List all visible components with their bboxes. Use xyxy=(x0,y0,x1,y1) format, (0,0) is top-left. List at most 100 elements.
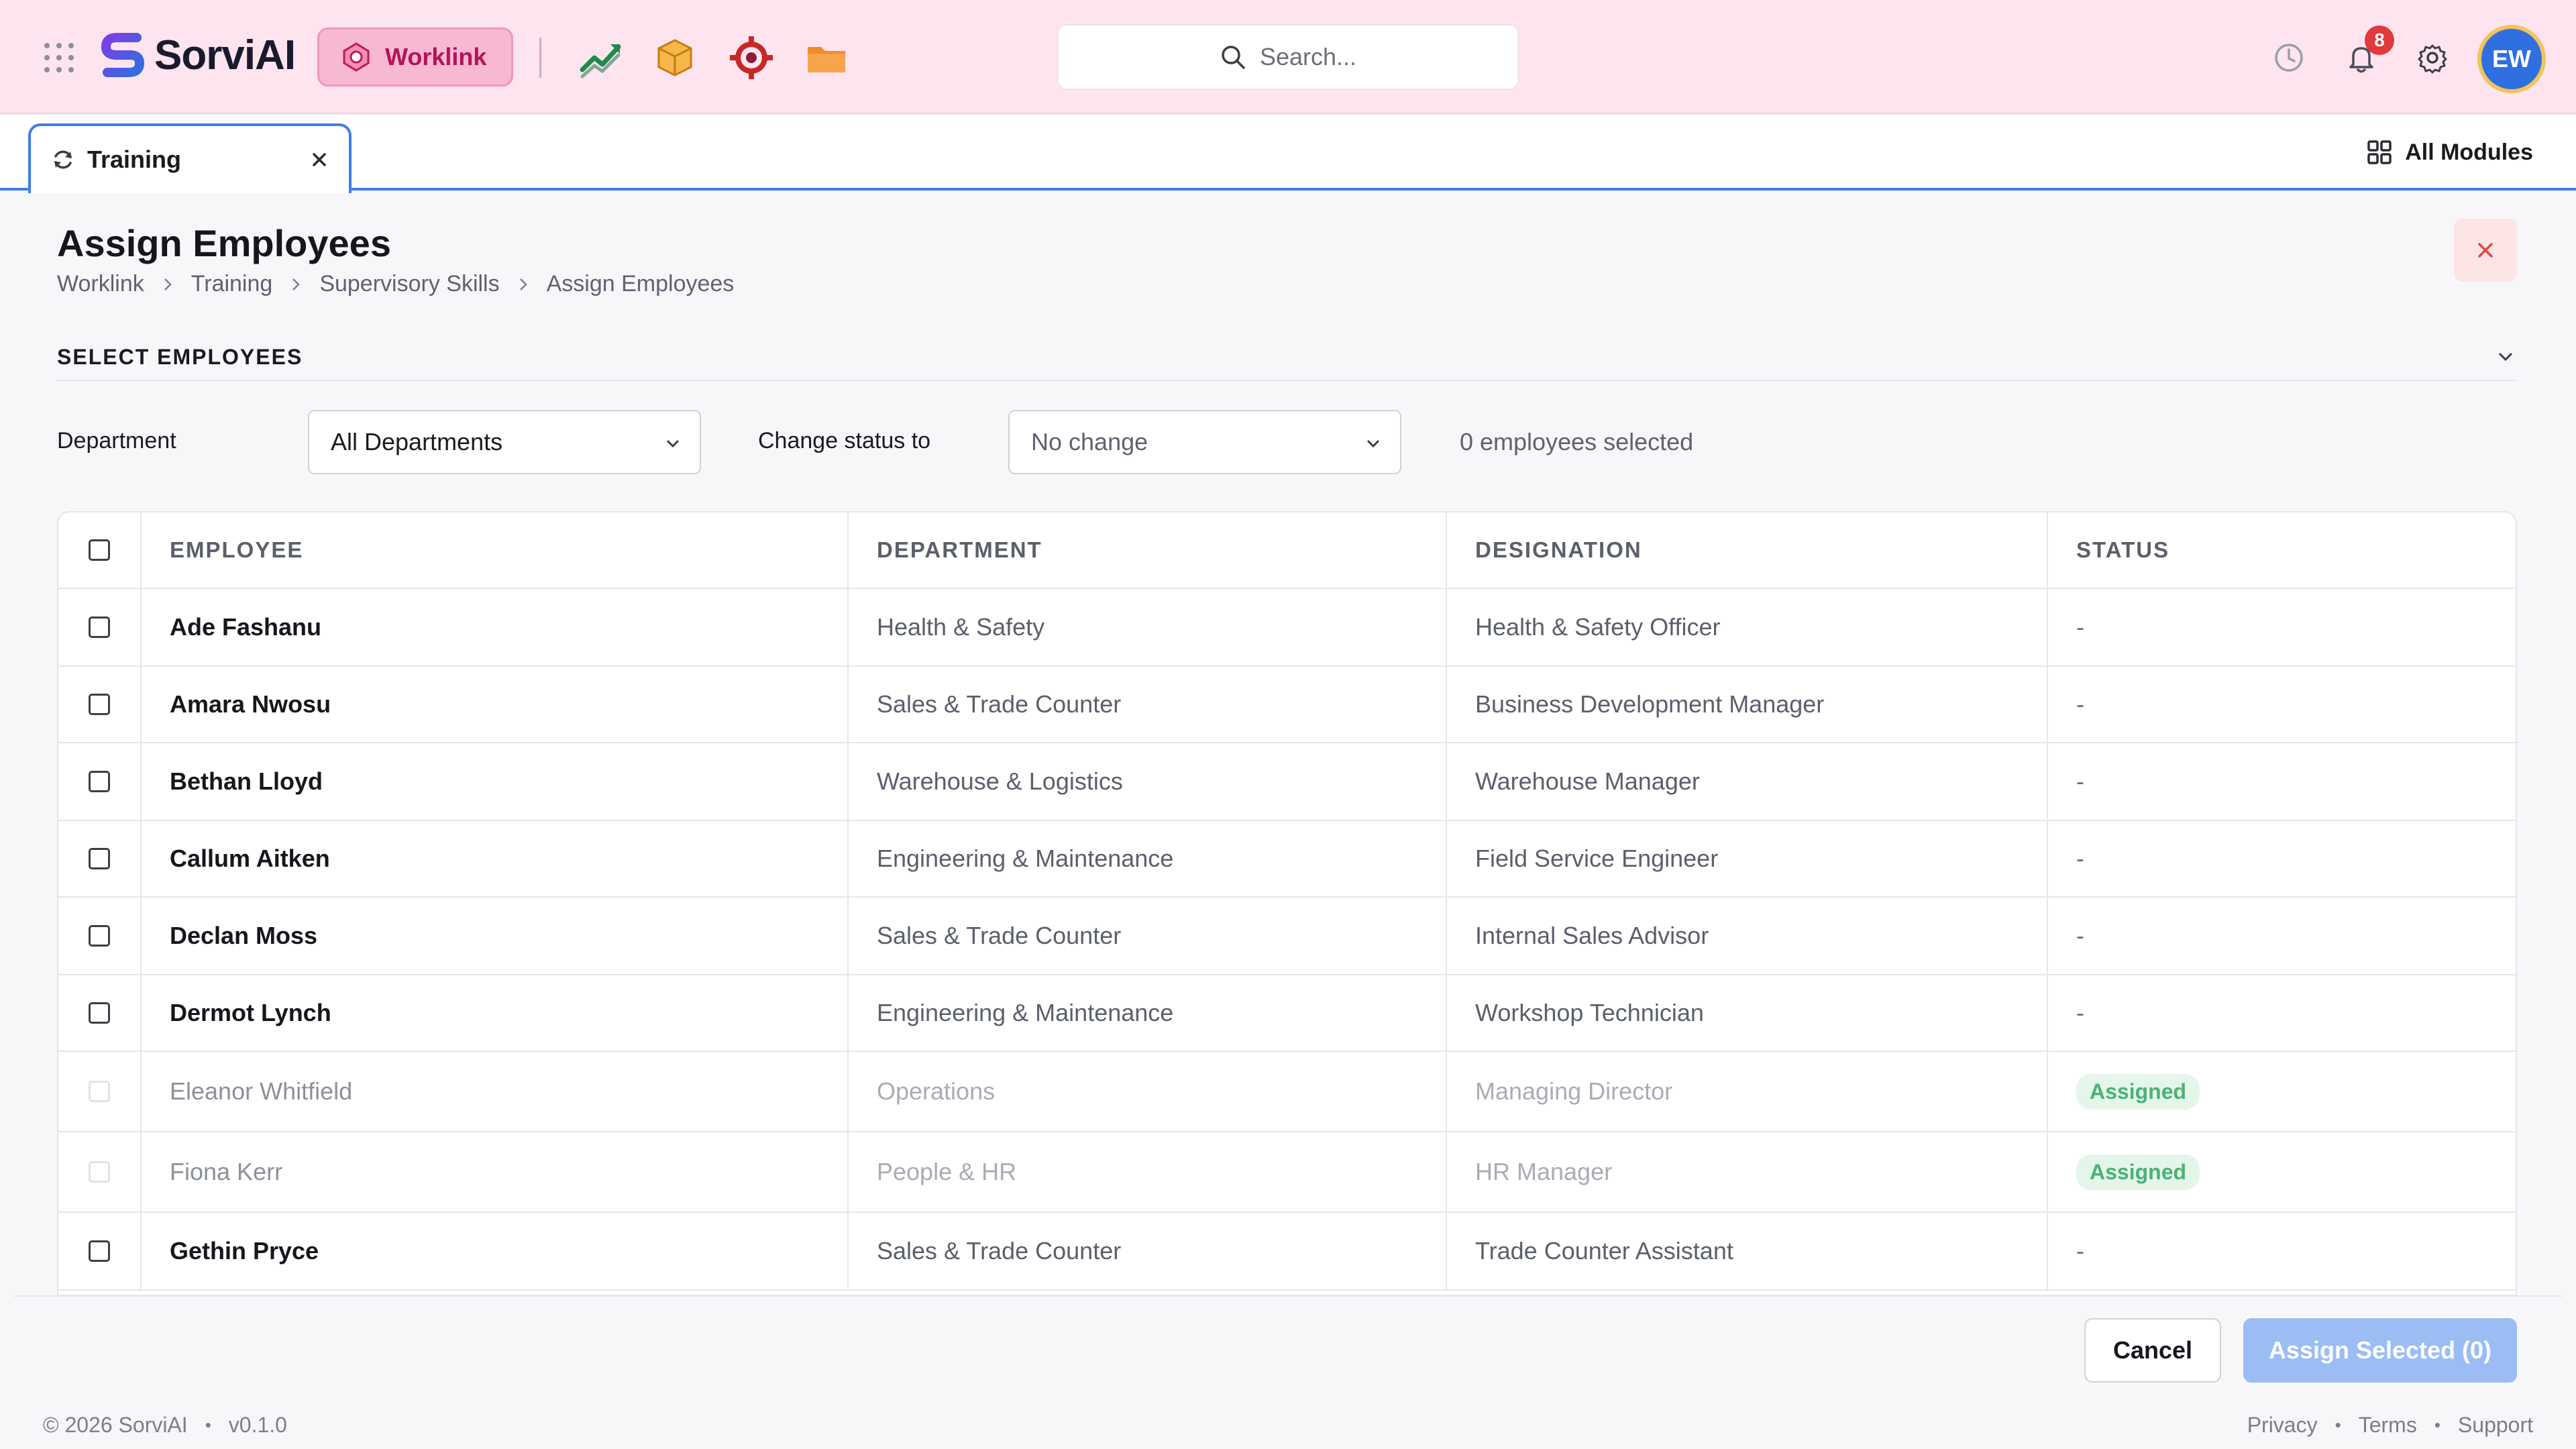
employee-name: Callum Aitken xyxy=(142,821,849,896)
settings-icon[interactable] xyxy=(2415,40,2450,75)
employee-status: - xyxy=(2076,1237,2084,1265)
chevron-down-icon[interactable] xyxy=(2494,345,2517,368)
search-bar[interactable]: Search... xyxy=(1057,24,1519,90)
chevron-down-icon xyxy=(1366,439,1380,448)
employee-department: People & HR xyxy=(849,1132,1447,1212)
row-checkbox-disabled xyxy=(89,1081,110,1102)
employee-designation: Trade Counter Assistant xyxy=(1447,1213,2048,1289)
gear-target-icon[interactable] xyxy=(729,35,774,80)
row-checkbox[interactable] xyxy=(89,1240,110,1262)
row-select-cell xyxy=(58,589,142,665)
employee-department: Operations xyxy=(849,1052,1447,1131)
row-checkbox[interactable] xyxy=(89,616,110,638)
separator-dot: • xyxy=(2434,1415,2440,1435)
cancel-button[interactable]: Cancel xyxy=(2084,1318,2221,1383)
employee-status: - xyxy=(2076,613,2084,641)
row-select-cell xyxy=(58,1132,142,1212)
box-package-icon[interactable] xyxy=(652,35,698,80)
row-checkbox[interactable] xyxy=(89,848,110,869)
terms-link[interactable]: Terms xyxy=(2359,1413,2417,1438)
close-icon xyxy=(2478,243,2493,258)
row-checkbox[interactable] xyxy=(89,694,110,715)
row-checkbox[interactable] xyxy=(89,771,110,792)
copyright: © 2026 SorviAI xyxy=(43,1413,188,1437)
employee-designation: Warehouse Manager xyxy=(1447,743,2048,820)
row-select-cell xyxy=(58,975,142,1051)
chevron-right-icon xyxy=(164,278,172,290)
trend-chart-icon[interactable] xyxy=(578,35,624,80)
status-change-select-value: No change xyxy=(1031,428,1148,455)
employee-department: Engineering & Maintenance xyxy=(849,821,1447,896)
worklink-icon xyxy=(343,42,370,72)
header-employee[interactable]: EMPLOYEE xyxy=(142,513,849,588)
employee-designation: Workshop Technician xyxy=(1447,975,2048,1051)
row-select-cell xyxy=(58,898,142,974)
department-select[interactable]: All Departments xyxy=(308,410,701,474)
table-row[interactable]: Bethan Lloyd Warehouse & Logistics Wareh… xyxy=(58,743,2516,821)
app-logo[interactable]: SorviAI xyxy=(99,28,296,82)
close-page-button[interactable] xyxy=(2454,219,2517,282)
footer-links: Privacy • Terms • Support xyxy=(2247,1413,2533,1438)
table-row[interactable]: Callum Aitken Engineering & Maintenance … xyxy=(58,821,2516,898)
tab-strip: Training All Modules xyxy=(0,115,2576,193)
employee-status: - xyxy=(2076,690,2084,718)
page-title: Assign Employees xyxy=(57,222,391,264)
row-checkbox[interactable] xyxy=(89,1002,110,1024)
breadcrumb-item-training[interactable]: Training xyxy=(191,271,273,297)
table-row[interactable]: Ade Fashanu Health & Safety Health & Saf… xyxy=(58,589,2516,667)
table-row: Eleanor Whitfield Operations Managing Di… xyxy=(58,1052,2516,1132)
header-status[interactable]: STATUS xyxy=(2048,513,2516,588)
breadcrumb: Worklink Training Supervisory Skills Ass… xyxy=(57,271,734,297)
breadcrumb-item-worklink[interactable]: Worklink xyxy=(57,271,144,297)
table-row[interactable]: Gethin Pryce Sales & Trade Counter Trade… xyxy=(58,1213,2516,1291)
employees-table: EMPLOYEE DEPARTMENT DESIGNATION STATUS A… xyxy=(57,511,2517,1296)
employee-department: Sales & Trade Counter xyxy=(849,667,1447,742)
employee-department: Engineering & Maintenance xyxy=(849,975,1447,1051)
chevron-right-icon xyxy=(292,278,301,290)
user-avatar[interactable]: EW xyxy=(2477,25,2546,93)
tab-training[interactable]: Training xyxy=(28,123,352,193)
select-all-checkbox[interactable] xyxy=(89,539,110,561)
employee-name: Declan Moss xyxy=(142,898,849,974)
action-bar-divider xyxy=(13,1295,2563,1297)
employee-status: - xyxy=(2076,999,2084,1026)
department-select-value: All Departments xyxy=(331,428,503,455)
row-select-cell xyxy=(58,743,142,820)
status-change-select[interactable]: No change xyxy=(1008,410,1401,474)
header-designation[interactable]: DESIGNATION xyxy=(1447,513,2048,588)
chevron-down-icon xyxy=(666,439,680,448)
module-label: Worklink xyxy=(385,43,487,70)
worklink-module-button[interactable]: Worklink xyxy=(317,28,513,87)
employee-status: - xyxy=(2076,767,2084,795)
employee-name: Fiona Kerr xyxy=(142,1132,849,1212)
privacy-link[interactable]: Privacy xyxy=(2247,1413,2318,1438)
apps-grid-icon[interactable] xyxy=(44,43,74,72)
breadcrumb-item-supervisory-skills[interactable]: Supervisory Skills xyxy=(319,271,499,297)
employee-designation: Health & Safety Officer xyxy=(1447,589,2048,665)
table-row[interactable]: Dermot Lynch Engineering & Maintenance W… xyxy=(58,975,2516,1052)
table-row: Fiona Kerr People & HR HR Manager Assign… xyxy=(58,1132,2516,1213)
refresh-icon xyxy=(54,150,72,169)
folder-icon[interactable] xyxy=(804,35,849,80)
assign-selected-button[interactable]: Assign Selected (0) xyxy=(2243,1318,2517,1383)
close-tab-icon[interactable] xyxy=(307,148,331,172)
table-row[interactable]: Declan Moss Sales & Trade Counter Intern… xyxy=(58,898,2516,975)
row-select-cell xyxy=(58,1052,142,1131)
employee-name: Amara Nwosu xyxy=(142,667,849,742)
grid-icon xyxy=(2367,140,2392,164)
search-placeholder: Search... xyxy=(1259,43,1357,70)
employee-name: Gethin Pryce xyxy=(142,1213,849,1289)
employee-name: Dermot Lynch xyxy=(142,975,849,1051)
footer-left: © 2026 SorviAI • v0.1.0 xyxy=(43,1413,287,1438)
tab-label: Training xyxy=(87,146,182,173)
row-checkbox[interactable] xyxy=(89,925,110,947)
support-link[interactable]: Support xyxy=(2458,1413,2533,1438)
table-row[interactable]: Amara Nwosu Sales & Trade Counter Busine… xyxy=(58,667,2516,743)
employee-status-cell: Assigned xyxy=(2048,1052,2516,1131)
sorviai-logo-icon xyxy=(101,33,144,77)
app-name: SorviAI xyxy=(154,32,296,78)
all-modules-button[interactable]: All Modules xyxy=(2366,136,2533,169)
clock-icon[interactable] xyxy=(2271,40,2306,75)
header-department[interactable]: DEPARTMENT xyxy=(849,513,1447,588)
chevron-right-icon xyxy=(519,278,527,290)
